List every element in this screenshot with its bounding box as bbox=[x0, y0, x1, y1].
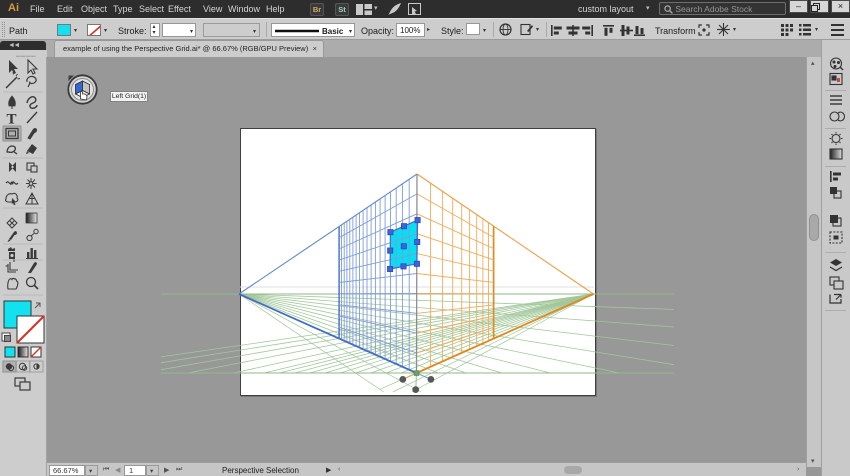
svg-text:T: T bbox=[7, 112, 17, 128]
